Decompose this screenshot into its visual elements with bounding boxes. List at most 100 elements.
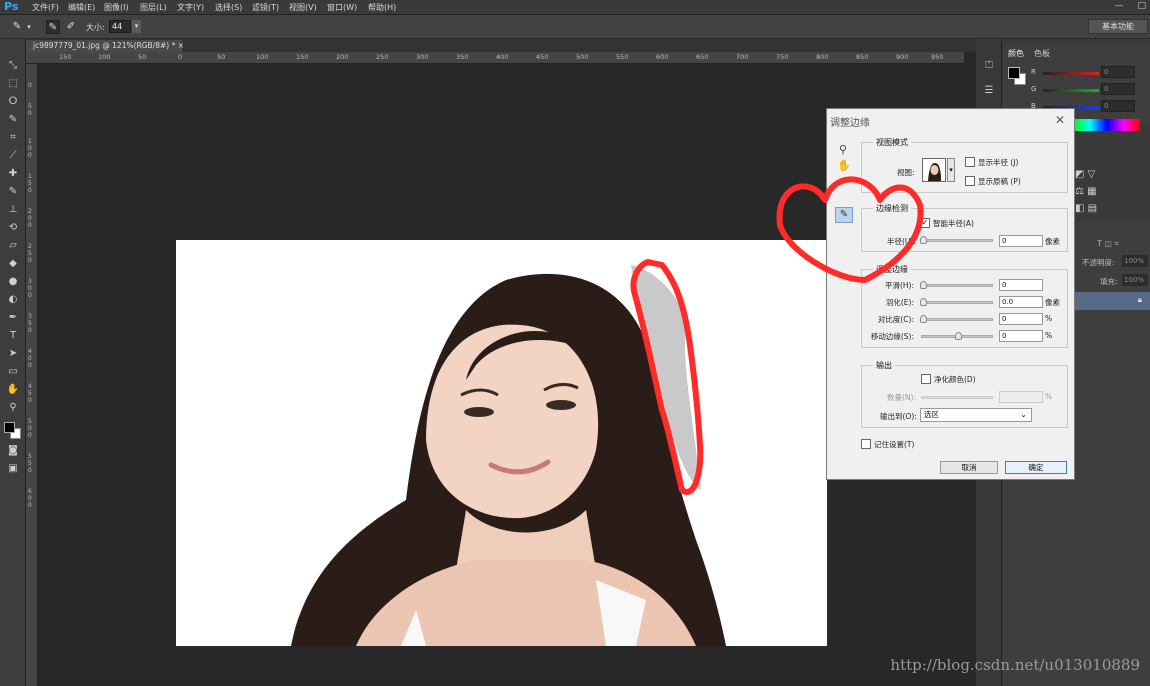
quick-mask-icon[interactable]: ◙ [5,444,21,458]
fill-input[interactable]: 100% [1122,274,1148,286]
ruler-tick: 300 [416,53,429,61]
path-select-tool-icon[interactable]: ➤ [5,347,21,361]
minimize-button[interactable]: — [1114,0,1123,14]
adjustment-icons: ◩ ▽ ⚖ ▦ ◧ ▤ [1075,166,1097,217]
levels-icon[interactable]: ▽ [1088,169,1096,180]
vertical-ruler: 0 50 100 150 200 250 300 350 400 450 500… [26,64,38,686]
stamp-tool-icon[interactable]: ⊥ [5,203,21,217]
refine-radius-tool-icon[interactable]: ✎ [46,20,60,34]
paint-bucket-tool-icon[interactable]: ◆ [5,257,21,271]
contrast-unit: % [1045,314,1053,323]
options-bar: ✎ ▾ ✎ ✐ 大小: 44 ▾ 基本功能 [0,15,1150,39]
view-mode-title: 视图模式 [873,137,911,148]
quick-select-tool-icon[interactable]: ✎ [5,113,21,127]
menu-image[interactable]: 图像(I) [104,2,129,13]
brush-tool-icon[interactable]: ✎ [5,185,21,199]
close-icon[interactable]: ✕ [1055,113,1065,127]
dodge-tool-icon[interactable]: ◐ [5,293,21,307]
eyedropper-tool-icon[interactable]: ⟋ [5,149,21,163]
marquee-tool-icon[interactable]: ⬚ [5,77,21,91]
foreground-color-swatch[interactable] [4,422,15,433]
document-tab[interactable]: jc9897779_01.jpg @ 121%(RGB/8#) * × [26,40,184,52]
ruler-tick: 700 [736,53,749,61]
history-panel-icon[interactable]: ⏍ [981,59,997,73]
menu-layer[interactable]: 图层(L) [140,2,167,13]
ruler-tick: 800 [816,53,829,61]
chevron-down-icon: ⌄ [1020,410,1027,419]
menu-edit[interactable]: 编辑(E) [68,2,95,13]
ruler-tick: 900 [896,53,909,61]
workspace-button[interactable]: 基本功能 [1088,19,1148,34]
ruler-tick: 500 [576,53,589,61]
tab-color[interactable]: 颜色 [1008,48,1024,59]
ruler-tick: 100 [256,53,269,61]
chevron-down-icon[interactable]: ▾ [22,20,36,34]
tools-panel: ⤡ ⬚ ⵔ ✎ ⌗ ⟋ ✚ ✎ ⊥ ⟲ ▱ ◆ ● ◐ ✒ T ➤ ▭ ✋ ⚲ … [0,39,26,686]
menu-view[interactable]: 视图(V) [289,2,317,13]
menu-filter[interactable]: 滤镜(T) [252,2,279,13]
blur-tool-icon[interactable]: ● [5,275,21,289]
maximize-button[interactable]: □ [1137,0,1146,14]
ruler-tick: 600 [656,53,669,61]
hand-tool-icon[interactable]: ✋ [5,383,21,397]
properties-panel-icon[interactable]: ☰ [981,84,997,98]
lasso-tool-icon[interactable]: ⵔ [5,95,21,109]
size-dropdown-button[interactable]: ▾ [132,20,141,33]
ruler-v-labels: 0 50 100 150 200 250 300 350 400 450 500… [28,82,32,509]
ruler-tick: 650 [696,53,709,61]
color-balance-icon[interactable]: ⚖ [1075,186,1084,197]
ps-logo: Ps [4,0,19,13]
screen-mode-icon[interactable]: ▣ [5,462,21,476]
ruler-tick: 250 [376,53,389,61]
history-brush-tool-icon[interactable]: ⟲ [5,221,21,235]
ruler-tick: 150 [296,53,309,61]
menu-help[interactable]: 帮助(H) [368,2,396,13]
ruler-tick: 750 [776,53,789,61]
watermark: http://blog.csdn.net/u013010889 [890,656,1140,674]
crop-tool-icon[interactable]: ⌗ [5,131,21,145]
zoom-tool-icon[interactable]: ⚲ [5,401,21,415]
selective-color-icon[interactable]: ▤ [1088,203,1097,214]
tab-swatches[interactable]: 色板 [1034,48,1050,59]
move-tool-icon[interactable]: ⤡ [5,59,21,73]
red-annotation-marks [630,176,924,495]
ruler-tick: 50 [138,53,147,61]
rectangle-tool-icon[interactable]: ▭ [5,365,21,379]
opacity-input[interactable]: 100% [1122,255,1148,267]
pen-tool-icon[interactable]: ✒ [5,311,21,325]
type-tool-icon[interactable]: T [5,329,21,343]
ruler-tick: 850 [856,53,869,61]
menu-window[interactable]: 窗口(W) [327,2,357,13]
menu-type[interactable]: 文字(Y) [177,2,204,13]
layer-filter-icons[interactable]: T ◫ ⌗ [1097,239,1119,249]
radius-unit: 像素 [1045,237,1060,246]
zoom-tool-icon[interactable]: ⚲ [839,143,847,156]
ruler-tick: 100 [98,53,111,61]
menu-bar: Ps 文件(F) 编辑(E) 图像(I) 图层(L) 文字(Y) 选择(S) 滤… [0,0,1150,15]
menu-file[interactable]: 文件(F) [32,2,59,13]
layer-item[interactable]: 🔒︎ [1070,292,1150,310]
menu-select[interactable]: 选择(S) [215,2,242,13]
size-input[interactable]: 44 [109,20,131,33]
window-controls: — □ [1114,0,1146,14]
ruler-tick: 950 [931,53,944,61]
erase-refinements-tool-icon[interactable]: ✐ [64,20,78,34]
gradient-map-icon[interactable]: ◧ [1075,203,1084,214]
fill-label: 填充: [1100,277,1118,286]
ruler-tick: 50 [217,53,226,61]
horizontal-ruler: 150 100 50 0 50 100 150 200 250 300 350 … [26,52,964,64]
lock-icon: 🔒︎ [1137,295,1142,304]
eraser-tool-icon[interactable]: ▱ [5,239,21,253]
size-label: 大小: [86,23,105,32]
ruler-tick: 350 [456,53,469,61]
ruler-tick: 450 [536,53,549,61]
healing-brush-tool-icon[interactable]: ✚ [5,167,21,181]
curves-icon[interactable]: ◩ [1075,169,1084,180]
ruler-tick: 200 [336,53,349,61]
opacity-label: 不透明度: [1082,258,1115,267]
show-radius-label: 显示半径 (J) [978,158,1019,167]
show-radius-checkbox[interactable] [965,157,975,167]
bw-icon[interactable]: ▦ [1087,186,1096,197]
ruler-tick: 0 [178,53,183,61]
fg-color-chip[interactable] [1008,67,1020,79]
